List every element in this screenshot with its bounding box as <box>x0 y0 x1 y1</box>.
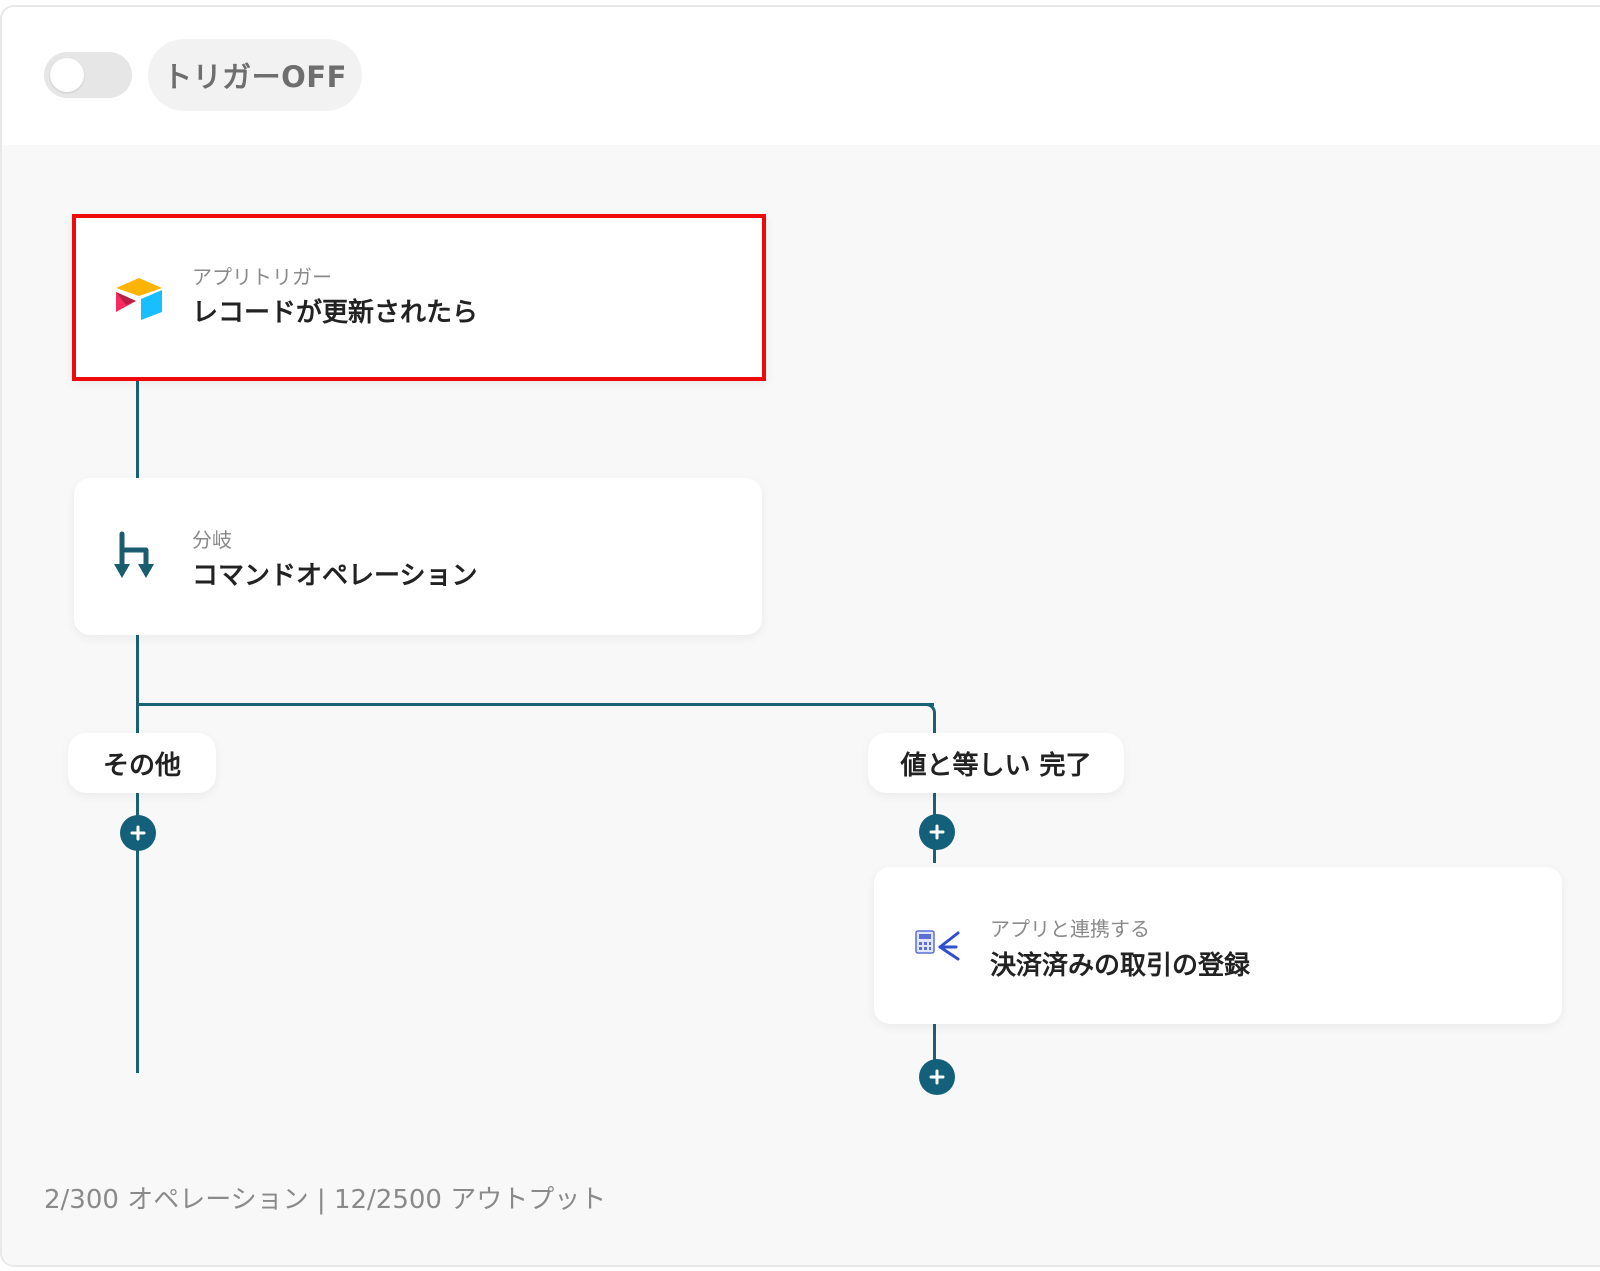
add-step-button-other[interactable] <box>120 815 156 851</box>
action-card-subtitle: アプリと連携する <box>990 917 1150 941</box>
trigger-card[interactable]: アプリトリガー レコードが更新されたら <box>72 214 766 381</box>
branch-card-title: コマンドオペレーション <box>192 561 478 591</box>
plus-icon <box>130 825 146 841</box>
connector-trigger-to-branch <box>136 379 139 479</box>
branch-card-subtitle: 分岐 <box>192 528 232 552</box>
usage-summary: 2/300 オペレーション | 12/2500 アウトプット <box>44 1185 607 1215</box>
branch-label-equal[interactable]: 値と等しい 完了 <box>868 733 1124 793</box>
branch-label-other[interactable]: その他 <box>68 733 216 793</box>
trigger-card-title: レコードが更新されたら <box>192 298 479 328</box>
branch-card[interactable]: 分岐 コマンドオペレーション <box>74 478 762 635</box>
branch-arrows-icon <box>112 530 162 582</box>
flow-canvas: アプリトリガー レコードが更新されたら 分岐 コマンドオペレーション その他 値… <box>2 145 1600 1265</box>
action-card[interactable]: アプリと連携する 決済済みの取引の登録 <box>874 867 1562 1024</box>
trigger-status-label: トリガーOFF <box>148 39 362 111</box>
plus-icon <box>929 824 945 840</box>
airtable-logo-icon <box>112 274 166 322</box>
plus-icon <box>929 1069 945 1085</box>
trigger-card-subtitle: アプリトリガー <box>192 265 332 289</box>
toggle-knob <box>50 58 84 92</box>
add-step-button-after-action[interactable] <box>919 1059 955 1095</box>
trigger-toggle[interactable] <box>44 52 132 98</box>
action-card-title: 決済済みの取引の登録 <box>990 951 1251 981</box>
add-step-button-equal[interactable] <box>919 814 955 850</box>
header-bar: トリガーOFF <box>2 7 1600 147</box>
workflow-editor: トリガーOFF アプリトリガー レコードが更新されたら 分岐 コマンドオペレーシ… <box>0 5 1600 1267</box>
connector-branch-main <box>136 633 139 1073</box>
connector-branch-horizontal <box>136 703 934 706</box>
accounting-app-icon <box>912 923 962 967</box>
